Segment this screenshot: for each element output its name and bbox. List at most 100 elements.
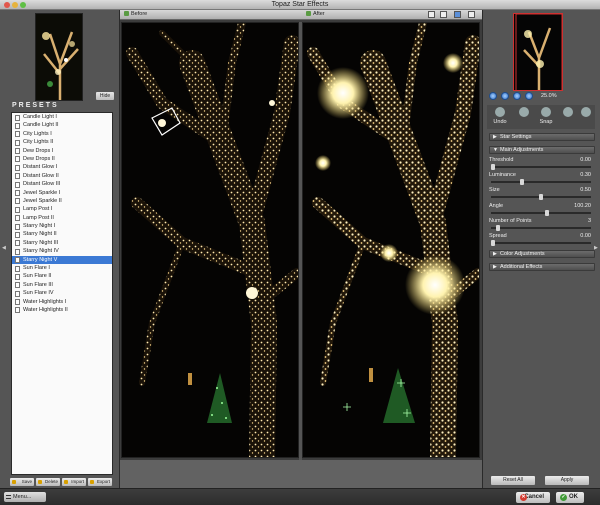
preset-file-icon bbox=[15, 122, 20, 129]
preset-file-icon bbox=[15, 273, 20, 280]
param-slider-handle[interactable] bbox=[539, 194, 543, 201]
preset-item[interactable]: Sun Flare I bbox=[12, 264, 112, 272]
redo-icon bbox=[519, 107, 529, 117]
preset-file-icon bbox=[15, 198, 20, 205]
preset-item[interactable]: City Lights II bbox=[12, 138, 112, 146]
preset-label: Dew Drops I bbox=[23, 147, 54, 154]
preset-label: Water Highlights II bbox=[23, 306, 68, 313]
param-value[interactable]: 0.50 bbox=[580, 187, 591, 193]
param-slider-handle[interactable] bbox=[544, 209, 549, 216]
redo-button[interactable] bbox=[513, 106, 535, 128]
compare-icon bbox=[563, 107, 573, 117]
save-button[interactable]: Save bbox=[10, 478, 34, 486]
import-icon bbox=[64, 480, 68, 484]
preset-item[interactable]: Lamp Post I bbox=[12, 205, 112, 213]
preset-item[interactable]: Distant Glow III bbox=[12, 180, 112, 188]
ok-icon: ✓ bbox=[560, 494, 567, 501]
param-slider-handle[interactable] bbox=[495, 224, 500, 231]
preset-item[interactable]: Sun Flare III bbox=[12, 281, 112, 289]
app-window: Topaz Star Effects Hide PRESETS Candle L… bbox=[0, 0, 600, 505]
after-preview[interactable] bbox=[302, 22, 480, 458]
preset-label: Starry Night I bbox=[23, 223, 56, 230]
preset-item[interactable]: Candle Light I bbox=[12, 113, 112, 121]
param-slider-track[interactable] bbox=[491, 242, 591, 244]
preset-item[interactable]: Starry Night IV bbox=[12, 247, 112, 255]
additional-effects-section[interactable]: ▶ Additional Effects bbox=[489, 263, 595, 271]
expand-arrow-icon: ▶ bbox=[493, 264, 497, 270]
param-slider-handle[interactable] bbox=[491, 164, 495, 170]
collapse-right-arrow-icon[interactable]: ▶ bbox=[594, 245, 598, 251]
cancel-button[interactable]: ✕ Cancel bbox=[516, 492, 550, 503]
preset-item[interactable]: Dew Drops I bbox=[12, 147, 112, 155]
preset-item[interactable]: Candle Light II bbox=[12, 121, 112, 129]
reset-all-button[interactable]: Reset All bbox=[491, 476, 535, 485]
before-preview[interactable] bbox=[121, 22, 299, 458]
export-button[interactable]: Export bbox=[88, 478, 112, 486]
preset-label: Lamp Post II bbox=[23, 214, 54, 221]
split-view-icon[interactable] bbox=[440, 11, 447, 18]
param-slider-handle[interactable] bbox=[519, 179, 524, 186]
preset-label: Sun Flare III bbox=[23, 281, 53, 288]
history-button[interactable] bbox=[575, 106, 597, 128]
param-slider-track[interactable] bbox=[491, 166, 591, 168]
ok-button[interactable]: ✓ OK bbox=[556, 492, 584, 503]
preset-list[interactable]: Candle Light I Candle Light II City Lights… bbox=[11, 112, 113, 475]
presets-heading: PRESETS bbox=[12, 102, 59, 109]
param-value[interactable]: 3 bbox=[588, 218, 591, 224]
preset-item[interactable]: Sun Flare IV bbox=[12, 289, 112, 297]
menu-button[interactable]: Menu... bbox=[4, 492, 46, 502]
single-view-icon[interactable] bbox=[428, 11, 435, 18]
main-adjustments-section[interactable]: ▼ Main Adjustments bbox=[489, 146, 595, 154]
preset-label: City Lights I bbox=[23, 130, 52, 137]
param-value[interactable]: 0.00 bbox=[580, 157, 591, 163]
preset-item[interactable]: Starry Night II bbox=[12, 230, 112, 238]
param-slider-track[interactable] bbox=[491, 211, 591, 214]
param-value[interactable]: 0.30 bbox=[580, 172, 591, 178]
zoom-actual-icon[interactable] bbox=[525, 92, 533, 100]
preset-item[interactable]: Distant Glow I bbox=[12, 163, 112, 171]
snap-button[interactable]: Snap bbox=[535, 106, 557, 128]
preset-file-icon bbox=[15, 156, 20, 163]
preset-item[interactable]: City Lights I bbox=[12, 130, 112, 138]
preset-item[interactable]: Starry Night III bbox=[12, 239, 112, 247]
delete-button[interactable]: Delete bbox=[36, 478, 60, 486]
side-by-side-view-icon[interactable] bbox=[454, 11, 461, 18]
star-settings-section[interactable]: ▶ Star Settings bbox=[489, 133, 595, 141]
collapse-left-arrow-icon[interactable]: ◀ bbox=[2, 245, 6, 251]
param-spread: Spread 0.00 bbox=[489, 233, 595, 247]
preset-item[interactable]: Starry Night I bbox=[12, 222, 112, 230]
param-slider-track[interactable] bbox=[491, 181, 591, 184]
preset-label: Starry Night III bbox=[23, 239, 59, 246]
preset-item[interactable]: Sun Flare II bbox=[12, 272, 112, 280]
preset-item[interactable]: Water Highlights II bbox=[12, 306, 112, 314]
dual-view-icon[interactable] bbox=[468, 11, 475, 18]
expand-arrow-icon: ▶ bbox=[493, 251, 497, 257]
preset-item[interactable]: Distant Glow II bbox=[12, 172, 112, 180]
preview-bottom-bar bbox=[120, 460, 482, 488]
preset-file-icon bbox=[15, 265, 20, 272]
preset-label: Starry Night V bbox=[23, 256, 58, 263]
param-slider-handle[interactable] bbox=[491, 240, 495, 246]
color-adjustments-section[interactable]: ▶ Color Adjustments bbox=[489, 250, 595, 258]
param-value[interactable]: 100.20 bbox=[574, 203, 591, 209]
zoom-fit-icon[interactable] bbox=[513, 92, 521, 100]
undo-button[interactable]: Undo bbox=[489, 106, 511, 128]
param-slider-track[interactable] bbox=[491, 226, 591, 229]
preset-item[interactable]: Jewel Sparkle II bbox=[12, 197, 112, 205]
preset-item[interactable]: Lamp Post II bbox=[12, 214, 112, 222]
zoom-in-icon[interactable] bbox=[489, 92, 497, 100]
zoom-level: 25.0% bbox=[541, 93, 557, 99]
apply-button[interactable]: Apply bbox=[545, 476, 589, 485]
navigator-thumbnail[interactable] bbox=[513, 13, 563, 91]
preset-item[interactable]: Dew Drops II bbox=[12, 155, 112, 163]
preset-file-icon bbox=[15, 240, 20, 247]
preview-thumbnail[interactable] bbox=[35, 13, 83, 101]
zoom-out-icon[interactable] bbox=[501, 92, 509, 100]
hide-button[interactable]: Hide bbox=[96, 92, 114, 100]
param-value[interactable]: 0.00 bbox=[580, 233, 591, 239]
import-button[interactable]: Import bbox=[62, 478, 86, 486]
preset-item[interactable]: Jewel Sparkle I bbox=[12, 189, 112, 197]
preset-item[interactable]: Water Highlights I bbox=[12, 298, 112, 306]
preset-label: Starry Night II bbox=[23, 231, 57, 238]
preset-item[interactable]: Starry Night V bbox=[12, 255, 112, 265]
